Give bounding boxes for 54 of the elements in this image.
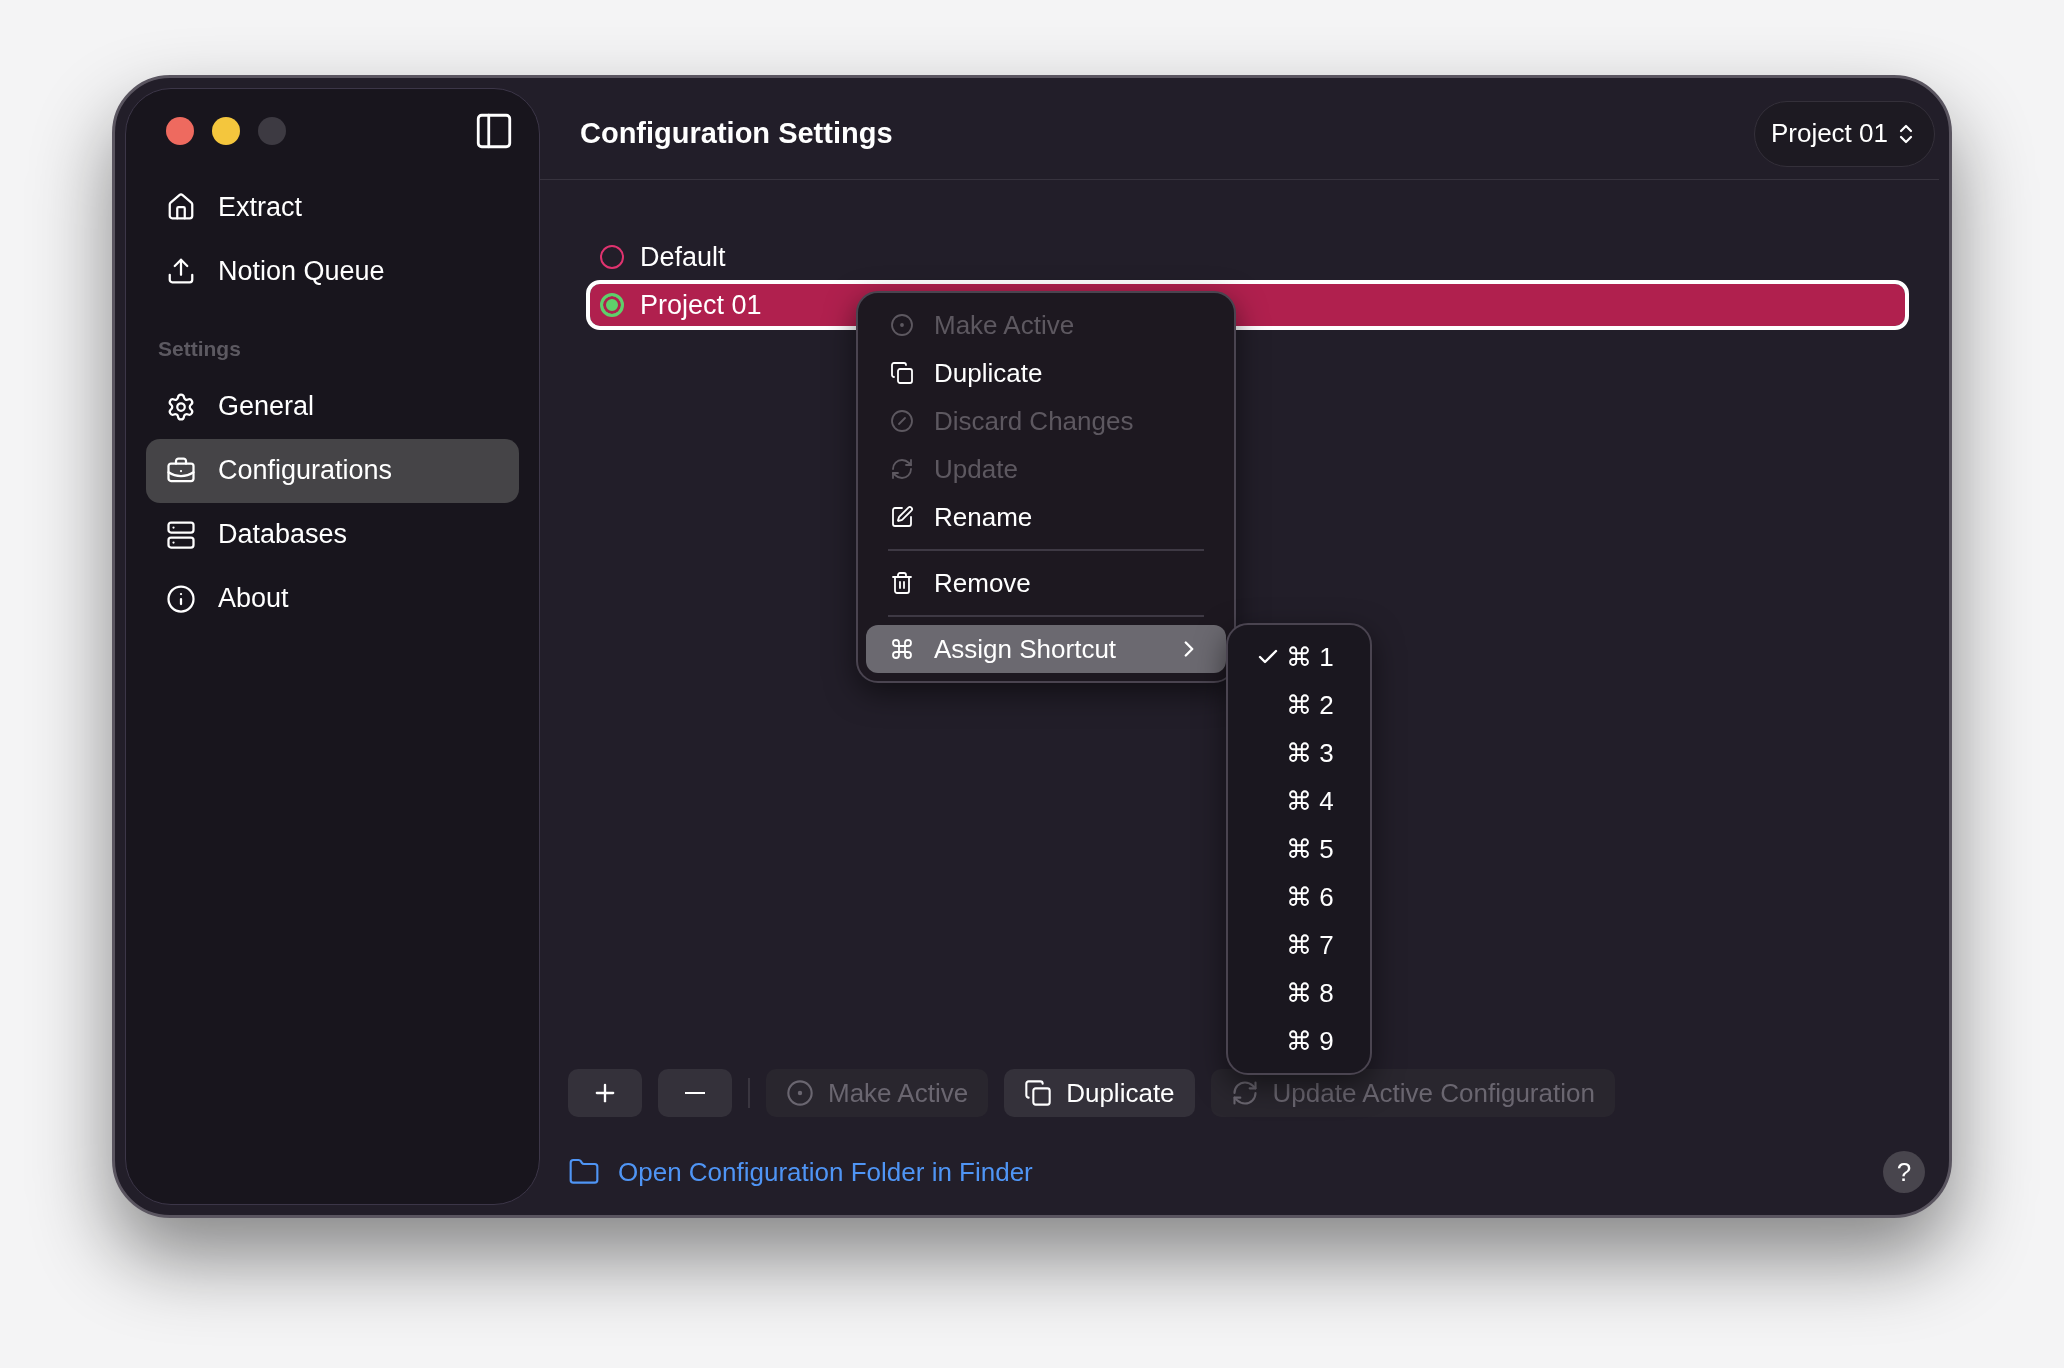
configuration-name: Project 01 [640,288,762,322]
edit-icon [890,505,914,529]
shortcut-item[interactable]: ⌘ 5 [1228,825,1370,873]
sidebar-item[interactable]: Databases [146,502,519,567]
minimize-window-button[interactable] [212,117,240,145]
sidebar-item[interactable]: Extract [146,175,519,239]
add-button[interactable] [568,1069,642,1117]
shortcut-item[interactable]: ⌘ 3 [1228,729,1370,777]
sidebar-item[interactable]: General [146,374,519,439]
sidebar-item[interactable]: Notion Queue [146,239,519,303]
help-button[interactable]: ? [1883,1151,1925,1193]
toolbar-button[interactable]: Duplicate [1004,1069,1195,1117]
configuration-picker[interactable]: Project 01 [1753,100,1935,167]
menu-item[interactable]: Duplicate [866,349,1226,397]
shortcut-item[interactable]: ⌘ 6 [1228,873,1370,921]
copy-icon [1024,1079,1053,1107]
configuration-name: Default [640,240,726,274]
sidebar-label: Databases [218,518,348,552]
sidebar-label: Notion Queue [218,254,385,288]
sidebar-label: General [218,390,315,424]
house-icon [166,192,196,222]
open-folder-link[interactable]: Open Configuration Folder in Finder [618,1152,1033,1192]
menu-item[interactable]: Remove [866,559,1226,607]
shortcut-item[interactable]: ⌘ 4 [1228,777,1370,825]
close-window-button[interactable] [166,117,194,145]
refresh-icon [1230,1079,1259,1107]
sidebar-label: Configurations [218,454,393,488]
shortcut-item[interactable]: ⌘ 2 [1228,681,1370,729]
shortcut-item[interactable]: ⌘ 1 [1228,633,1370,681]
trash-icon [890,571,914,595]
minus-icon [685,1092,705,1094]
server-icon [166,519,196,550]
upload-icon [166,256,196,286]
window-title: Configuration Settings [580,115,893,151]
dot-circle-icon [890,313,914,337]
sidebar-label: Extract [218,190,303,224]
copy-icon [890,361,914,385]
dot-circle-icon [786,1079,814,1107]
sidebar-label: About [218,582,289,616]
slashed-circle-icon [890,409,914,433]
shortcut-item[interactable]: ⌘ 7 [1228,921,1370,969]
configuration-row[interactable]: Default [590,236,1905,278]
active-radio[interactable] [600,293,624,317]
menu-item[interactable]: Assign Shortcut [866,625,1226,673]
menu-item[interactable]: Rename [866,493,1226,541]
settings-icon [166,391,196,422]
command-icon [890,637,914,661]
shortcut-item[interactable]: ⌘ 9 [1228,1017,1370,1065]
info-icon [166,583,196,614]
refresh-icon [890,457,914,481]
sidebar-item[interactable]: Configurations [146,438,519,503]
shortcut-item[interactable]: ⌘ 8 [1228,969,1370,1017]
sidebar-item[interactable]: About [146,566,519,631]
section-heading: Settings [157,336,242,362]
